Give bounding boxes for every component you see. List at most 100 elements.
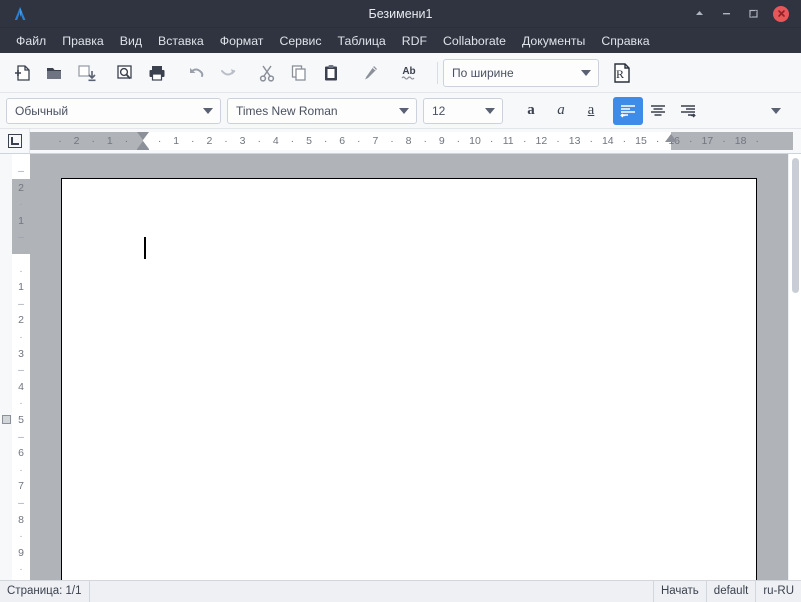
zoom-level-value: По ширине (452, 65, 514, 80)
menu-documents[interactable]: Документы (514, 32, 593, 50)
tab-stop-left-icon[interactable] (0, 129, 30, 153)
left-indent-marker[interactable] (137, 132, 149, 150)
menu-help[interactable]: Справка (593, 32, 657, 50)
page-style-status[interactable]: default (707, 581, 756, 602)
ruler-tick: · (19, 397, 23, 410)
ruler-label: 14 (601, 135, 614, 147)
maximize-button[interactable] (746, 6, 761, 21)
ruler-tick: · (191, 135, 195, 147)
menu-format[interactable]: Формат (212, 32, 272, 50)
document-canvas[interactable] (30, 154, 788, 580)
ruler-tick: – (18, 430, 24, 443)
language-status[interactable]: ru-RU (756, 581, 801, 602)
font-name-combo[interactable]: Times New Roman (227, 97, 417, 124)
ruler-label: 4 (272, 135, 279, 147)
ruler-label: 2 (18, 181, 24, 194)
save-document-button[interactable] (70, 58, 102, 88)
copy-button[interactable] (283, 58, 315, 88)
rdf-document-button[interactable]: R (606, 58, 638, 88)
ruler-tick: · (357, 135, 361, 147)
right-indent-marker[interactable] (664, 134, 677, 142)
ruler-label: 8 (405, 135, 412, 147)
document-page[interactable] (61, 178, 757, 580)
ruler-label: 7 (18, 480, 24, 493)
underline-button[interactable]: a (576, 97, 606, 125)
ruler-tick: · (323, 135, 328, 147)
ruler-label: 17 (701, 135, 714, 147)
document-body: 2 1 – · – 1 · 2 – 3 · 4 – 5 · 6 – 7 · 8 – 9 · · (0, 154, 801, 580)
font-size-combo[interactable]: 12 (423, 97, 503, 124)
menu-collaborate[interactable]: Collaborate (435, 32, 514, 50)
ruler-label: 6 (18, 447, 24, 460)
ruler-tick: · (622, 135, 627, 147)
ruler-label: 2 (18, 314, 24, 327)
ruler-label: 5 (306, 135, 312, 147)
ruler-label: 1 (18, 214, 24, 227)
ruler-label: 9 (438, 135, 445, 147)
close-button[interactable] (773, 5, 789, 22)
ruler-label: 12 (535, 135, 548, 147)
horizontal-ruler[interactable]: 2 1 · · · 1 · 2 · 3 · 4 · 5 · 6 · 7 · 8 · 9 · 10 · 11 · 12 · 13 · 14 · 15… (30, 132, 793, 150)
bold-label: a (527, 102, 535, 118)
horizontal-ruler-row: 2 1 · · · 1 · 2 · 3 · 4 · 5 · 6 · 7 · 8 · 9 · 10 · 11 · 12 · 13 · 14 · 15… (0, 129, 801, 154)
shade-window-button[interactable] (692, 6, 707, 21)
zoom-level-combo[interactable]: По ширине (443, 58, 599, 87)
ruler-tick: · (456, 135, 461, 147)
paste-button[interactable] (315, 58, 347, 88)
paragraph-style-combo[interactable]: Обычный (6, 97, 221, 124)
ruler-tick: · (523, 135, 527, 147)
main-toolbar: Ab По ширине R (0, 53, 801, 93)
bold-button[interactable]: a (516, 97, 546, 125)
ruler-label: 11 (502, 135, 514, 147)
menu-table[interactable]: Таблица (330, 32, 394, 50)
menu-edit[interactable]: Правка (54, 32, 112, 50)
minimize-button[interactable] (719, 6, 734, 21)
vertical-ruler-column: 2 1 – · – 1 · 2 – 3 · 4 – 5 · 6 – 7 · 8 – 9 · · (0, 154, 30, 580)
print-button[interactable] (141, 58, 173, 88)
svg-text:Ab: Ab (402, 66, 415, 77)
ruler-tick: · (423, 135, 427, 147)
align-left-button[interactable] (613, 96, 643, 125)
menu-file[interactable]: Файл (8, 32, 54, 50)
vertical-scrollbar[interactable] (788, 154, 801, 580)
undo-button[interactable] (180, 58, 212, 88)
new-document-button[interactable] (6, 58, 38, 88)
ruler-tick: – (18, 164, 24, 177)
ruler-label: 8 (18, 513, 24, 526)
toolbar-overflow-button[interactable] (763, 97, 789, 125)
ruler-label: 15 (635, 135, 647, 147)
vertical-ruler[interactable]: 2 1 – · – 1 · 2 – 3 · 4 – 5 · 6 – 7 · 8 – 9 · · (12, 154, 30, 580)
menu-tools[interactable]: Сервис (271, 32, 329, 50)
menu-view[interactable]: Вид (112, 32, 150, 50)
print-preview-button[interactable] (109, 58, 141, 88)
align-center-button[interactable] (643, 97, 673, 125)
page-number-status[interactable]: Страница: 1/1 (0, 581, 89, 602)
align-right-button[interactable] (673, 97, 703, 125)
cut-button[interactable] (251, 58, 283, 88)
italic-label: a (557, 102, 565, 118)
chevron-down-icon (478, 107, 502, 114)
window-title: Безимени1 (368, 6, 433, 21)
menu-insert[interactable]: Вставка (150, 32, 212, 50)
ruler-tick: · (224, 135, 228, 147)
ruler-tick: · (19, 563, 23, 576)
text-caret (144, 237, 146, 259)
collabora-logo-icon (6, 0, 34, 28)
menu-rdf[interactable]: RDF (394, 32, 435, 50)
top-margin-handle[interactable] (2, 415, 11, 424)
redo-button[interactable] (212, 58, 244, 88)
start-status[interactable]: Начать (654, 581, 706, 602)
ruler-label: 3 (239, 135, 246, 147)
title-bar: Безимени1 (0, 0, 801, 28)
ruler-tick: · (589, 135, 593, 147)
ruler-tick: · (19, 264, 23, 277)
ruler-label: 3 (18, 347, 24, 360)
paragraph-style-value: Обычный (15, 103, 69, 118)
italic-button[interactable]: a (546, 97, 576, 125)
open-document-button[interactable] (38, 58, 70, 88)
ruler-tick: · (655, 135, 660, 147)
vertical-scrollbar-thumb[interactable] (792, 158, 799, 293)
ruler-tick: · (556, 135, 560, 147)
clone-formatting-button[interactable] (354, 58, 386, 88)
spelling-button[interactable]: Ab (393, 58, 425, 88)
